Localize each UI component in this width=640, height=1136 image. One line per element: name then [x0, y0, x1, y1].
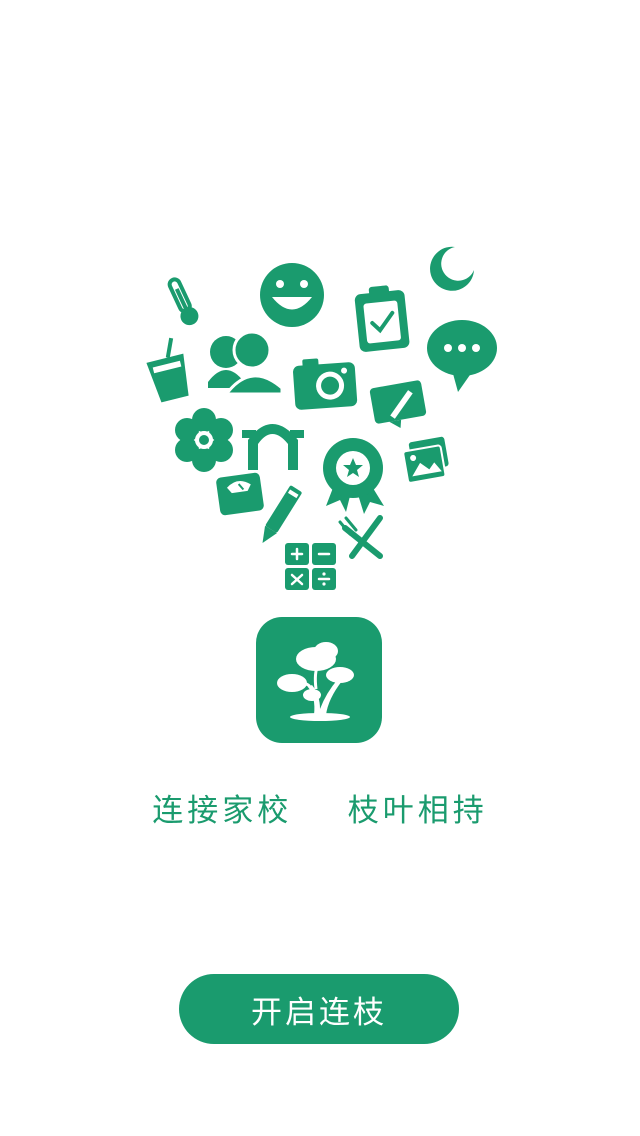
- scale-icon: [216, 472, 264, 516]
- arch-icon: [242, 424, 304, 470]
- chat-bubble-icon: [427, 320, 497, 392]
- tree-logo-icon: [277, 642, 354, 721]
- app-logo: [256, 617, 382, 743]
- start-button[interactable]: 开启连枝: [179, 974, 459, 1044]
- thermometer-icon: [167, 277, 199, 326]
- award-badge-icon: [323, 438, 384, 514]
- pictures-icon: [402, 436, 449, 484]
- calculator-icon: [285, 543, 336, 590]
- pencil-icon: [262, 485, 302, 543]
- smiley-icon: [260, 263, 324, 327]
- camera-icon: [293, 358, 358, 410]
- flower-icon: [175, 408, 233, 472]
- slogan-text: 连接家校 枝叶相持: [152, 793, 488, 829]
- fork-knife-icon: [338, 515, 383, 559]
- drink-cup-icon: [146, 337, 189, 403]
- moon-icon: [430, 246, 474, 291]
- edit-note-icon: [369, 380, 427, 428]
- icon-cloud-illustration: [146, 246, 497, 590]
- people-icon: [208, 330, 284, 396]
- clipboard-check-icon: [354, 285, 410, 352]
